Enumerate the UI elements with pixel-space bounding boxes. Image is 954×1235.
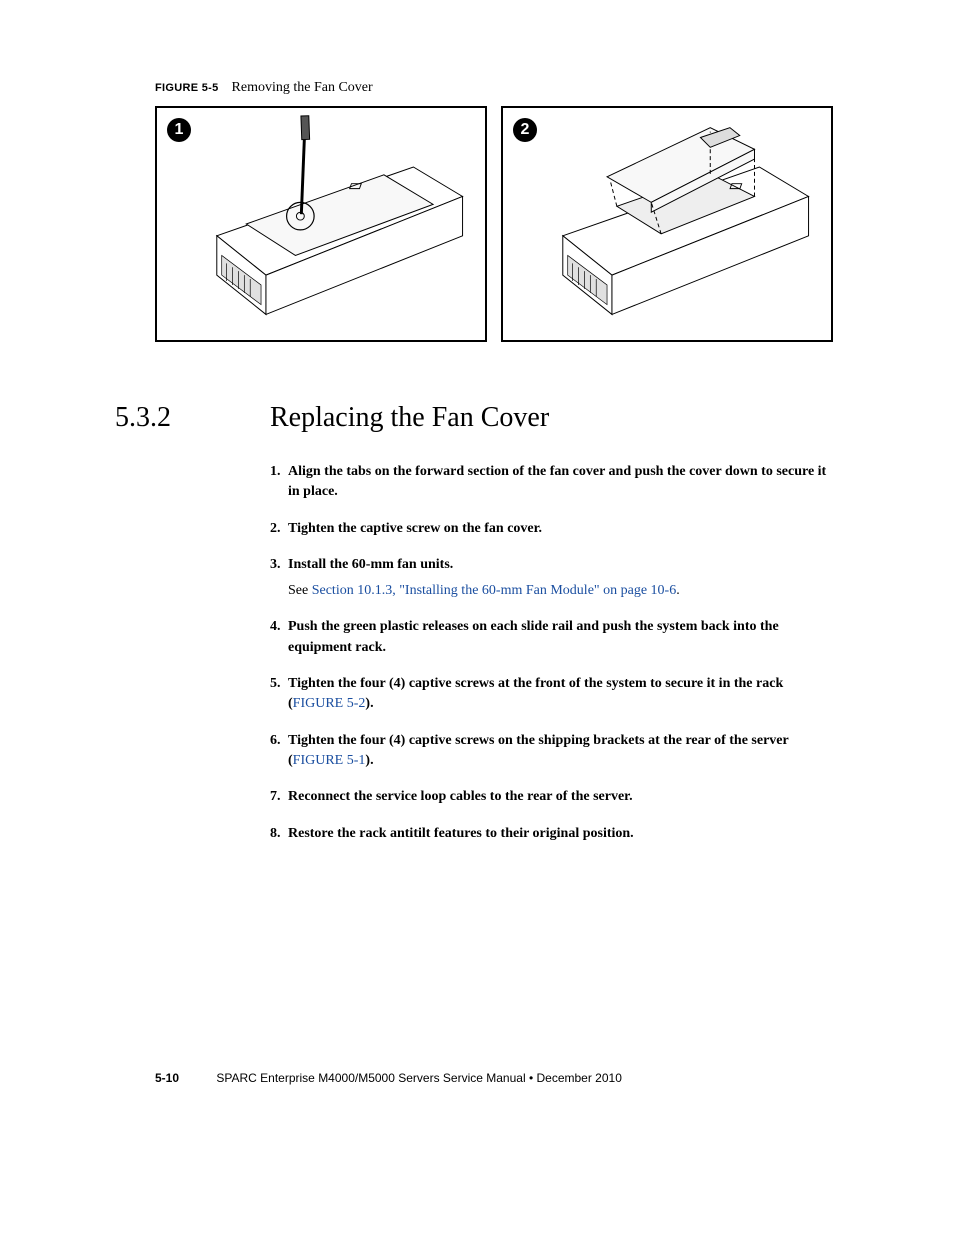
step-number: 4. xyxy=(270,617,288,658)
step-number: 3. xyxy=(270,555,288,602)
step-3: 3. Install the 60-mm fan units. See Sect… xyxy=(270,555,839,602)
page: FIGURE 5-5 Removing the Fan Cover 1 xyxy=(0,0,954,1235)
page-footer: 5-10 SPARC Enterprise M4000/M5000 Server… xyxy=(155,1071,622,1085)
page-number: 5-10 xyxy=(155,1071,179,1085)
xref-link[interactable]: FIGURE 5-1 xyxy=(293,753,366,768)
step-5: 5. Tighten the four (4) captive screws a… xyxy=(270,674,839,715)
figure-caption: FIGURE 5-5 Removing the Fan Cover xyxy=(155,80,839,96)
see-label: See xyxy=(288,583,312,598)
xref-link[interactable]: Section 10.1.3, "Installing the 60-mm Fa… xyxy=(312,583,677,598)
step-number: 8. xyxy=(270,824,288,844)
figure-panel-1: 1 xyxy=(155,106,487,342)
step-number: 7. xyxy=(270,787,288,807)
section-header: 5.3.2 Replacing the Fan Cover xyxy=(115,402,839,434)
step-1: 1. Align the tabs on the forward section… xyxy=(270,462,839,503)
section-title: Replacing the Fan Cover xyxy=(270,402,549,434)
step-text: Restore the rack antitilt features to th… xyxy=(288,826,634,841)
screwdriver-icon xyxy=(301,116,310,214)
step-text: Push the green plastic releases on each … xyxy=(288,619,779,654)
step-8: 8. Restore the rack antitilt features to… xyxy=(270,824,839,844)
step-number: 1. xyxy=(270,462,288,503)
step-6: 6. Tighten the four (4) captive screws o… xyxy=(270,731,839,772)
period: . xyxy=(676,583,680,598)
step-text: Tighten the captive screw on the fan cov… xyxy=(288,521,542,536)
step-subtext: See Section 10.1.3, "Installing the 60-m… xyxy=(288,581,839,601)
server-illustration-1 xyxy=(157,108,485,340)
section-number: 5.3.2 xyxy=(115,402,270,434)
step-7: 7. Reconnect the service loop cables to … xyxy=(270,787,839,807)
figure-label: FIGURE 5-5 xyxy=(155,82,219,94)
figure-panel-2: 2 xyxy=(501,106,833,342)
step-4: 4. Push the green plastic releases on ea… xyxy=(270,617,839,658)
step-number: 6. xyxy=(270,731,288,772)
step-text: Align the tabs on the forward section of… xyxy=(288,464,826,499)
xref-link[interactable]: FIGURE 5-2 xyxy=(293,696,366,711)
footer-text: SPARC Enterprise M4000/M5000 Servers Ser… xyxy=(216,1071,622,1085)
step-number: 2. xyxy=(270,519,288,539)
figure-title: Removing the Fan Cover xyxy=(232,80,373,95)
server-illustration-2 xyxy=(503,108,831,340)
step-text: Reconnect the service loop cables to the… xyxy=(288,789,633,804)
step-text: Install the 60-mm fan units. xyxy=(288,557,453,572)
step-text-b: ). xyxy=(365,753,373,768)
step-2: 2. Tighten the captive screw on the fan … xyxy=(270,519,839,539)
step-text-b: ). xyxy=(365,696,373,711)
figure-row: 1 xyxy=(155,106,839,342)
steps-list: 1. Align the tabs on the forward section… xyxy=(270,462,839,844)
step-number: 5. xyxy=(270,674,288,715)
